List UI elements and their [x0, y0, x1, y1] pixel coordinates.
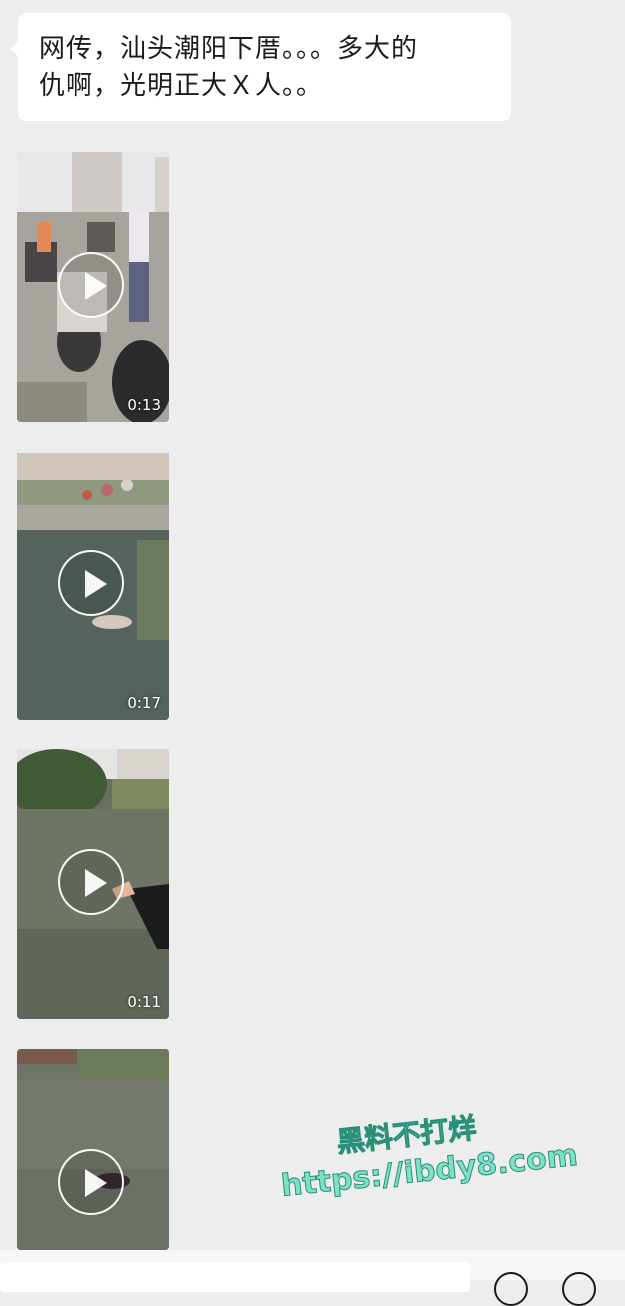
play-icon[interactable] — [58, 1149, 124, 1215]
video-duration: 0:13 — [127, 396, 161, 414]
video-message-2[interactable]: 0:17 — [17, 450, 169, 720]
video-message-3[interactable]: 0:11 — [17, 749, 169, 1019]
play-icon[interactable] — [58, 252, 124, 318]
video-message-4[interactable] — [17, 1049, 169, 1250]
add-icon[interactable] — [562, 1272, 596, 1306]
emoji-icon[interactable] — [494, 1272, 528, 1306]
play-icon[interactable] — [58, 849, 124, 915]
video-duration: 0:17 — [127, 694, 161, 712]
video-duration: 0:11 — [127, 993, 161, 1011]
video-message-1[interactable]: 0:13 — [17, 152, 169, 422]
input-bar — [0, 1250, 625, 1306]
message-bubble[interactable]: 网传，汕头潮阳下厝。。。多大的 仇啊，光明正大Ｘ人。。 — [10, 13, 511, 121]
watermark: 黑料不打烊 https://ibdy8.com — [268, 1087, 580, 1228]
message-text: 网传，汕头潮阳下厝。。。多大的 仇啊，光明正大Ｘ人。。 — [39, 34, 419, 101]
play-icon[interactable] — [58, 550, 124, 616]
message-input[interactable] — [0, 1262, 470, 1292]
